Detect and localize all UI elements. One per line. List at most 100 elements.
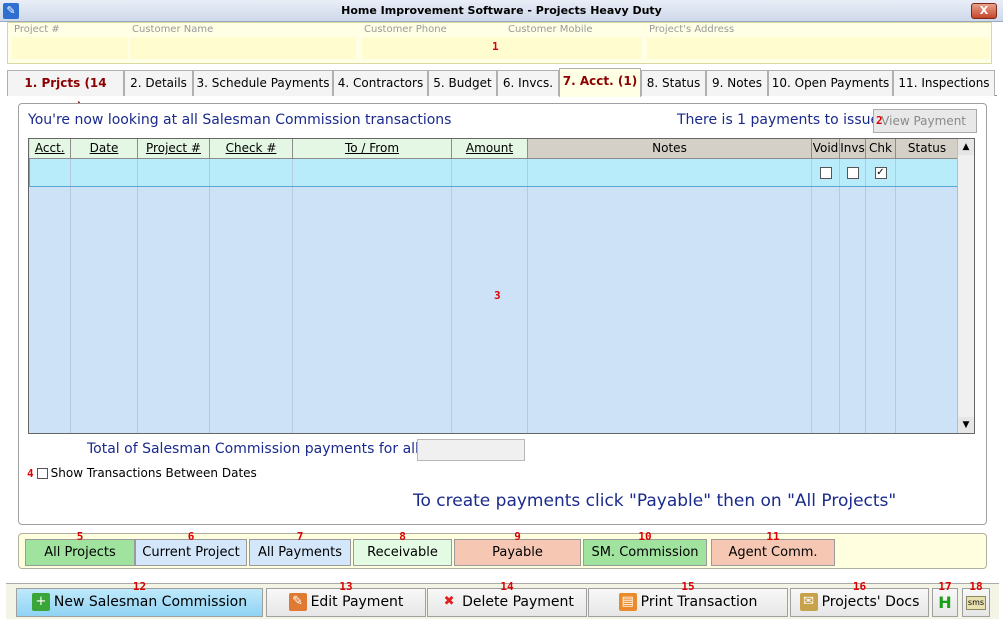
tab-projects[interactable]: 1. Prjcts (14 new) <box>7 70 124 114</box>
view-payment-button[interactable]: View Payment <box>873 109 977 133</box>
marker-16: 16 <box>852 580 867 593</box>
tab-details[interactable]: 2. Details <box>124 70 193 96</box>
projects-docs-button[interactable]: 16 ✉ Projects' Docs <box>790 581 929 617</box>
filter-bar: 5 All Projects 6 Current Project 7 All Paym… <box>18 531 987 569</box>
tab-accounting[interactable]: 7. Acct. (1) <box>559 68 641 97</box>
new-salesman-commission-button[interactable]: 12 + New Salesman Commission <box>16 581 263 617</box>
cell-project <box>137 157 210 187</box>
col-check[interactable]: Check # <box>209 139 293 159</box>
help-h-icon: H <box>938 593 952 612</box>
col-notes[interactable]: Notes <box>527 139 812 159</box>
title-bar: ✎ Home Improvement Software - Projects H… <box>0 0 1003 22</box>
col-chk[interactable]: Chk <box>865 139 896 159</box>
edit-payment-button[interactable]: 13 ✎ Edit Payment <box>266 581 426 617</box>
empty-row-area <box>29 186 959 433</box>
scroll-up-icon[interactable]: ▲ <box>958 139 974 155</box>
show-between-dates-row[interactable]: 4 Show Transactions Between Dates <box>27 466 257 480</box>
marker-13: 13 <box>339 580 353 593</box>
customer-mobile-field[interactable]: Customer Mobile <box>506 24 642 62</box>
cell-status <box>895 157 959 187</box>
action-bar: 12 + New Salesman Commission 13 ✎ Edit Pay… <box>6 581 999 619</box>
sm-commission-button[interactable]: 10 SM. Commission <box>583 531 707 566</box>
void-checkbox[interactable] <box>819 166 832 179</box>
show-between-dates-checkbox[interactable] <box>36 468 48 479</box>
transactions-grid[interactable]: Acct. Date Project # Check # To / From A… <box>28 138 975 434</box>
tab-notes[interactable]: 9. Notes <box>706 70 768 96</box>
sms-button[interactable]: 18 sms <box>962 581 990 617</box>
marker-18: 18 <box>969 580 983 593</box>
tab-bar: 1. Prjcts (14 new) 2. Details 3. Schedul… <box>7 68 997 114</box>
col-amount[interactable]: Amount <box>451 139 528 159</box>
payments-to-issue-text: There is 1 payments to issue <box>677 112 880 128</box>
customer-mobile-label: Customer Mobile <box>508 24 593 35</box>
pencil-icon: ✎ <box>288 593 307 611</box>
receivable-button[interactable]: 8 Receivable <box>353 531 452 566</box>
project-number-field[interactable]: Project # <box>12 24 128 62</box>
looking-at-text: You're now looking at all Salesman Commi… <box>28 112 452 128</box>
cell-acct <box>29 157 71 187</box>
marker-2: 2 <box>876 114 883 127</box>
current-project-button[interactable]: 6 Current Project <box>135 531 247 566</box>
delete-payment-button[interactable]: 14 ✖ Delete Payment <box>427 581 587 617</box>
col-status[interactable]: Status <box>895 139 959 159</box>
tab-schedule-payments[interactable]: 3. Schedule Payments <box>193 70 333 96</box>
cell-notes <box>527 157 812 187</box>
table-row[interactable]: ✓ <box>29 157 959 187</box>
marker-5: 5 <box>76 530 84 543</box>
marker-10: 10 <box>638 530 652 543</box>
project-address-label: Project's Address <box>649 24 735 35</box>
sms-icon: sms <box>965 596 987 610</box>
cell-check <box>209 157 293 187</box>
col-date[interactable]: Date <box>70 139 138 159</box>
tab-invoices[interactable]: 6. Invcs. <box>497 70 559 96</box>
col-invs[interactable]: Invs <box>839 139 866 159</box>
tab-budget[interactable]: 5. Budget <box>428 70 497 96</box>
project-address-field[interactable]: Project's Address <box>647 24 989 62</box>
total-value-field <box>417 439 525 461</box>
cell-to-from <box>292 157 452 187</box>
customer-name-label: Customer Name <box>132 24 214 35</box>
customer-phone-label: Customer Phone <box>364 24 447 35</box>
marker-14: 14 <box>500 580 514 593</box>
window-title: Home Improvement Software - Projects Hea… <box>341 4 662 17</box>
marker-1: 1 <box>492 40 499 53</box>
marker-3: 3 <box>494 289 501 302</box>
agent-commission-button[interactable]: 11 Agent Comm. <box>711 531 835 566</box>
accounting-panel: You're now looking at all Salesman Commi… <box>18 103 987 525</box>
grid-scrollbar[interactable]: ▲ ▼ <box>957 139 974 433</box>
close-button[interactable]: X <box>971 3 997 19</box>
all-payments-button[interactable]: 7 All Payments <box>249 531 351 566</box>
chk-checkbox[interactable]: ✓ <box>874 166 887 179</box>
payable-button[interactable]: 9 Payable <box>454 531 581 566</box>
marker-4: 4 <box>27 467 34 480</box>
marker-7: 7 <box>296 530 304 543</box>
printer-icon: ▤ <box>618 593 637 611</box>
marker-6: 6 <box>187 530 195 543</box>
customer-phone-field[interactable]: Customer Phone <box>362 24 508 62</box>
all-projects-button[interactable]: 5 All Projects <box>25 531 135 566</box>
project-number-label: Project # <box>14 24 60 35</box>
marker-15: 15 <box>681 580 695 593</box>
show-between-dates-label: Show Transactions Between Dates <box>50 466 257 480</box>
x-icon: ✖ <box>443 594 455 609</box>
docs-icon: ✉ <box>799 593 818 611</box>
marker-9: 9 <box>514 530 521 543</box>
help-button[interactable]: 17 H <box>932 581 958 617</box>
total-label: Total of Salesman Commission payments fo… <box>87 441 419 457</box>
marker-17: 17 <box>938 580 952 593</box>
scroll-down-icon[interactable]: ▼ <box>958 417 974 433</box>
col-void[interactable]: Void <box>811 139 840 159</box>
print-transaction-button[interactable]: 15 ▤ Print Transaction <box>588 581 788 617</box>
customer-name-field[interactable]: Customer Name <box>130 24 356 62</box>
col-to-from[interactable]: To / From <box>292 139 452 159</box>
customer-info-panel: Project # Customer Name Customer Phone 1… <box>7 22 992 64</box>
tab-contractors[interactable]: 4. Contractors <box>333 70 428 96</box>
marker-12: 12 <box>132 580 147 593</box>
tab-inspections[interactable]: 11. Inspections <box>893 70 995 96</box>
col-acct[interactable]: Acct. <box>29 139 71 159</box>
cell-date <box>70 157 138 187</box>
tab-open-payments[interactable]: 10. Open Payments <box>768 70 893 96</box>
col-project[interactable]: Project # <box>137 139 210 159</box>
tab-status[interactable]: 8. Status <box>641 70 706 96</box>
invs-checkbox[interactable] <box>846 166 859 179</box>
